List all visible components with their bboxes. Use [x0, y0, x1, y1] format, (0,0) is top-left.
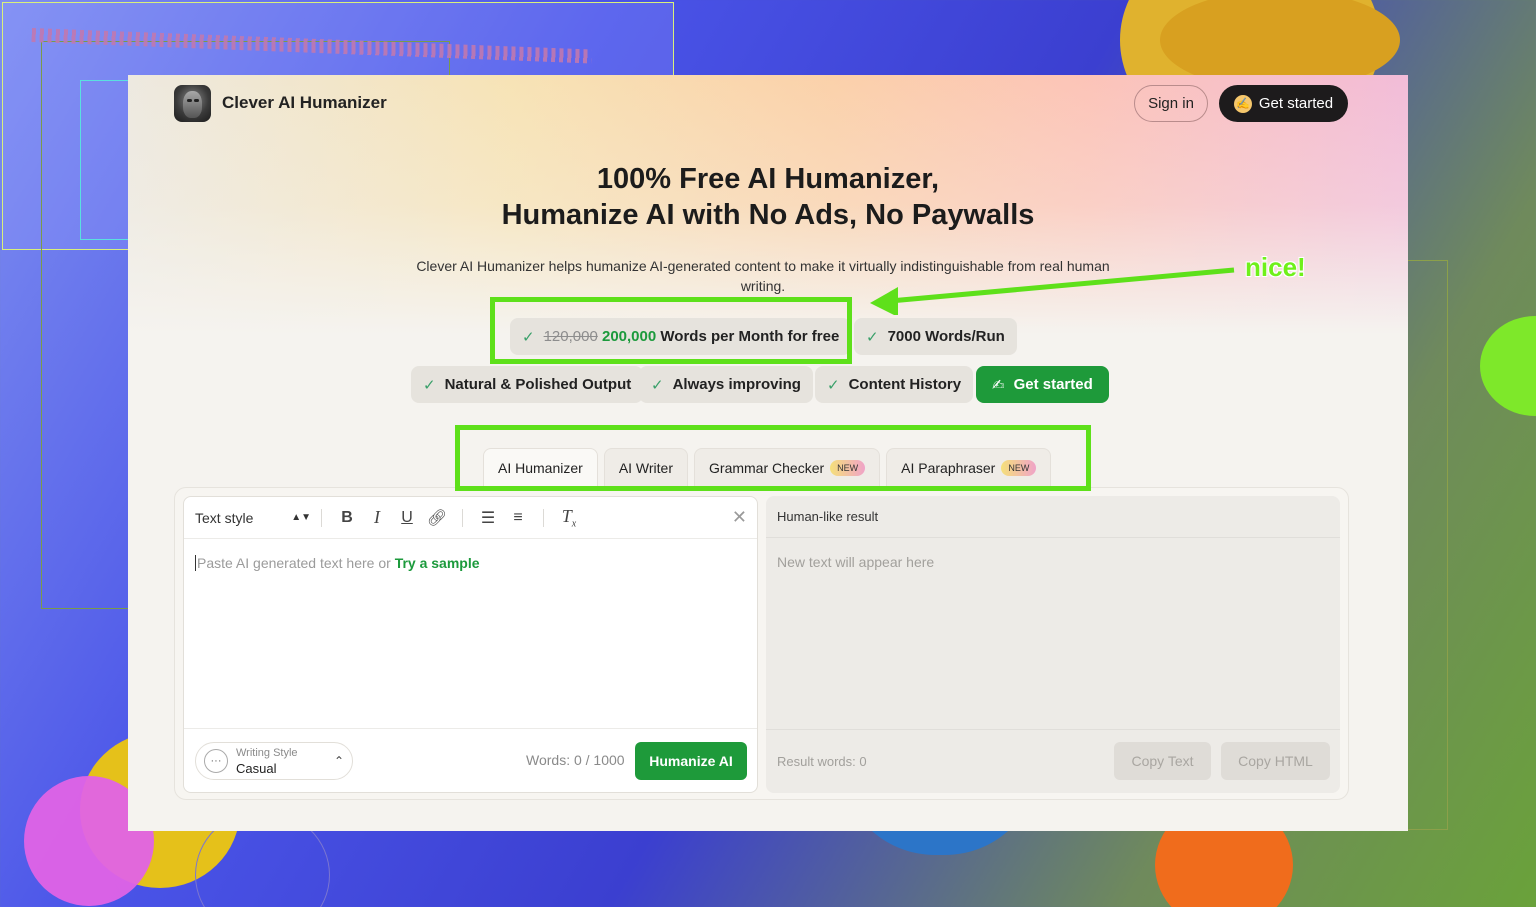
result-panel: Human-like result New text will appear h… — [766, 496, 1340, 793]
clear-text-icon[interactable]: ✕ — [732, 507, 747, 528]
text-style-label: Text style — [195, 509, 254, 526]
tab-grammar-checker[interactable]: Grammar Checker NEW — [694, 448, 881, 486]
new-word-limit: 200,000 — [601, 328, 657, 345]
result-word-count: Result words: 0 — [777, 754, 867, 769]
feature-label: Always improving — [672, 376, 801, 393]
feature-label: 7000 Words/Run — [887, 328, 1005, 345]
tab-ai-humanizer[interactable]: AI Humanizer — [483, 448, 598, 486]
brand-name[interactable]: Clever AI Humanizer — [222, 93, 387, 113]
get-started-label: Get started — [1258, 95, 1334, 112]
tab-ai-paraphraser[interactable]: AI Paraphraser NEW — [886, 448, 1052, 486]
tab-label: Grammar Checker — [709, 459, 825, 476]
writing-hand-icon: ✍ — [1233, 94, 1252, 113]
old-word-limit: 120,000 — [543, 328, 598, 345]
tab-ai-writer[interactable]: AI Writer — [603, 448, 689, 486]
feature-natural-output: ✓ Natural & Polished Output — [411, 366, 644, 403]
annotation-label: nice! — [1245, 252, 1306, 282]
result-placeholder: New text will appear here — [777, 554, 935, 570]
check-icon: ✓ — [522, 328, 535, 346]
word-count: Words: 0 / 1000 — [526, 752, 625, 768]
bg-decor-circle — [1480, 316, 1536, 416]
robot-eye-icon — [194, 99, 199, 102]
bold-icon[interactable]: B — [332, 509, 362, 527]
get-started-button[interactable]: ✍ Get started — [1219, 85, 1348, 122]
check-icon: ✓ — [866, 328, 879, 346]
bg-decor-dash — [31, 28, 592, 64]
text-caret — [195, 555, 196, 571]
result-header: Human-like result — [766, 496, 1340, 538]
writing-style-select[interactable]: ··· Writing Style Casual ⌃ — [195, 742, 353, 780]
try-sample-link[interactable]: Try a sample — [395, 555, 480, 571]
feature-words-per-run: ✓ 7000 Words/Run — [854, 318, 1017, 355]
feature-content-history: ✓ Content History — [815, 366, 974, 403]
check-icon: ✓ — [827, 376, 840, 394]
bullet-list-icon[interactable]: ≡ — [503, 509, 533, 527]
writing-hand-icon: ✍ — [992, 376, 1005, 394]
feature-words-per-month: ✓ 120,000 200,000 Words per Month for fr… — [510, 318, 852, 355]
humanizer-workspace: Text style ▲▼ B I U 🔗︎ ☰ ≡ Tx ✕ Paste AI… — [174, 487, 1349, 800]
ordered-list-icon[interactable]: ☰ — [473, 508, 503, 528]
editor-placeholder: Paste AI generated text here or — [197, 555, 395, 571]
tool-tabs: AI Humanizer AI Writer Grammar Checker N… — [483, 448, 1052, 488]
updown-chevron-icon: ▲▼ — [291, 512, 311, 523]
check-icon: ✓ — [423, 376, 436, 394]
check-icon: ✓ — [651, 376, 664, 394]
editor-input-area[interactable]: Paste AI generated text here or Try a sa… — [195, 555, 480, 571]
editor-toolbar: Text style ▲▼ B I U 🔗︎ ☰ ≡ Tx ✕ — [184, 497, 757, 539]
toolbar-divider — [543, 508, 544, 527]
updown-chevron-icon: ⌃ — [333, 754, 344, 768]
tab-label: AI Humanizer — [498, 459, 583, 476]
editor-footer: ··· Writing Style Casual ⌃ Words: 0 / 10… — [184, 728, 757, 792]
page-subtitle: Clever AI Humanizer helps humanize AI-ge… — [416, 258, 1110, 294]
page-title-line2: Humanize AI with No Ads, No Paywalls — [501, 199, 1035, 231]
italic-icon[interactable]: I — [362, 507, 392, 528]
underline-icon[interactable]: U — [392, 509, 422, 527]
link-icon[interactable]: 🔗︎ — [422, 508, 452, 528]
app-window: Clever AI Humanizer Sign in ✍ Get starte… — [128, 75, 1408, 831]
cta-label: Get started — [1013, 376, 1093, 393]
sign-in-button[interactable]: Sign in — [1134, 85, 1208, 122]
toolbar-divider — [321, 508, 322, 527]
new-badge: NEW — [830, 459, 866, 476]
get-started-cta-button[interactable]: ✍ Get started — [976, 366, 1109, 403]
tab-label: AI Paraphraser — [901, 459, 996, 476]
feature-label: Content History — [848, 376, 962, 393]
writing-style-value: Casual — [236, 761, 277, 776]
input-editor: Text style ▲▼ B I U 🔗︎ ☰ ≡ Tx ✕ Paste AI… — [183, 496, 758, 793]
logo-icon[interactable] — [174, 85, 211, 122]
text-style-select[interactable]: Text style ▲▼ — [195, 510, 311, 526]
page-title-line1: 100% Free AI Humanizer, — [596, 163, 940, 195]
feature-always-improving: ✓ Always improving — [639, 366, 813, 403]
copy-html-button[interactable]: Copy HTML — [1221, 742, 1330, 780]
robot-eye-icon — [187, 99, 192, 102]
clear-format-icon[interactable]: Tx — [554, 506, 584, 530]
writing-style-label: Writing Style — [236, 747, 298, 759]
result-footer: Result words: 0 Copy Text Copy HTML — [766, 729, 1340, 793]
robot-face-icon — [183, 91, 202, 118]
tab-label: AI Writer — [618, 459, 674, 476]
word-limit-suffix: Words per Month for free — [660, 328, 840, 345]
copy-text-button[interactable]: Copy Text — [1114, 742, 1211, 780]
new-badge: NEW — [1001, 459, 1037, 476]
chat-bubble-icon: ··· — [204, 749, 228, 773]
humanize-button[interactable]: Humanize AI — [635, 742, 747, 780]
feature-label: Natural & Polished Output — [444, 376, 632, 393]
toolbar-divider — [462, 508, 463, 527]
